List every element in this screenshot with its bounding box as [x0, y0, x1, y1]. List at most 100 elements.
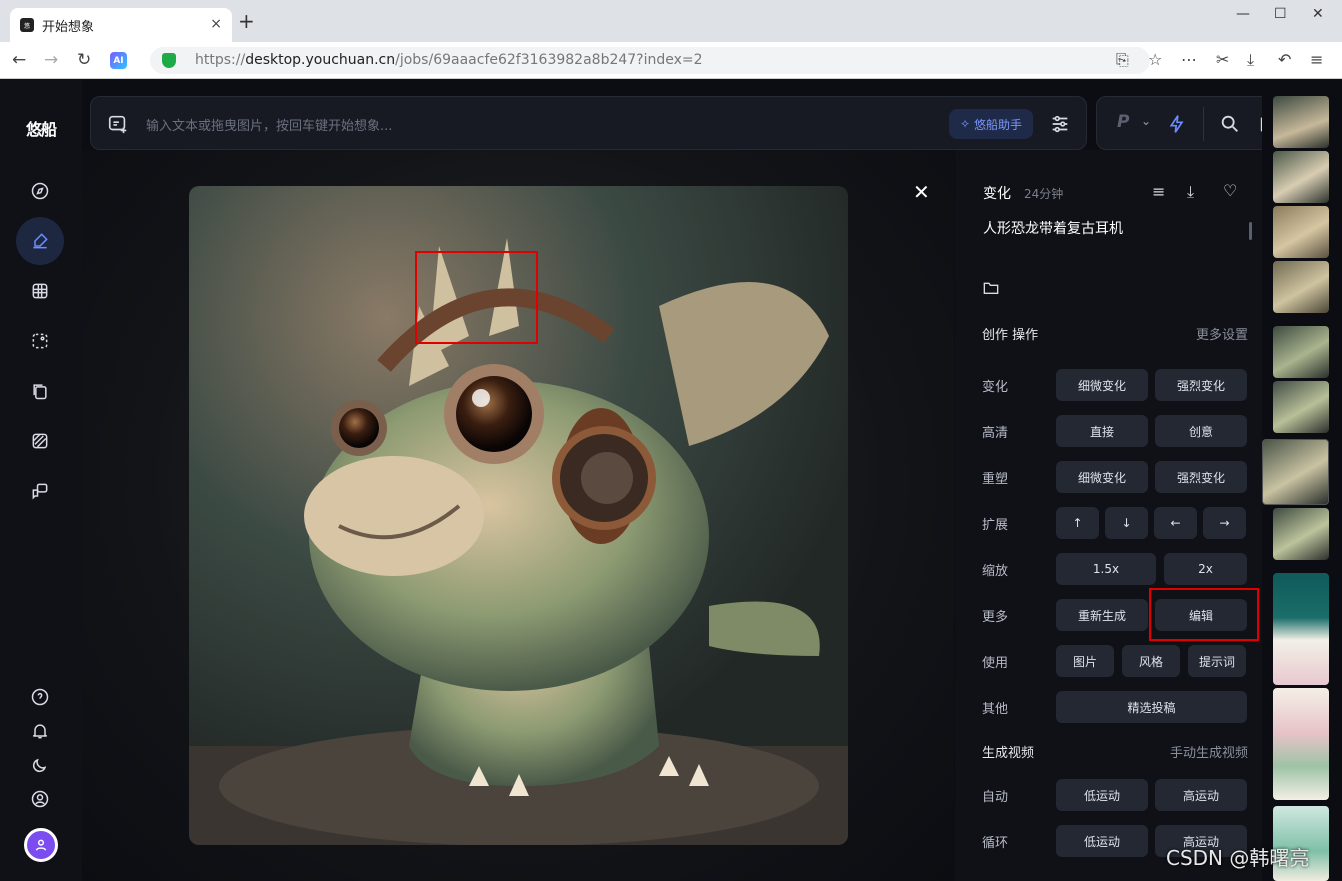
pattern-icon[interactable] — [28, 429, 52, 453]
heart-icon[interactable]: ♡ — [1223, 181, 1237, 200]
op-button-0-0[interactable]: 细微变化 — [1056, 369, 1148, 401]
thumbnail[interactable] — [1273, 96, 1329, 148]
browser-tab[interactable]: 悠 开始想象 × — [10, 8, 232, 42]
op-button-3-1[interactable]: ↓ — [1105, 507, 1148, 539]
video-heading: 生成视频 — [982, 746, 1035, 761]
thumbnail[interactable] — [1273, 261, 1329, 313]
download-icon[interactable]: ⤓ — [1247, 51, 1254, 69]
search-icon[interactable] — [1219, 113, 1241, 135]
video-button-0-0[interactable]: 低运动 — [1056, 779, 1148, 811]
op-button-7-0[interactable]: 精选投稿 — [1056, 691, 1247, 723]
ai-extension-icon[interactable]: AI — [110, 52, 127, 69]
thumbnail[interactable] — [1273, 688, 1329, 800]
assistant-button[interactable]: ✧ 悠船助手 — [949, 109, 1033, 139]
op-button-1-0[interactable]: 直接 — [1056, 415, 1148, 447]
tab-close-icon[interactable]: × — [210, 16, 222, 32]
op-button-5-0[interactable]: 重新生成 — [1056, 599, 1148, 631]
op-button-0-1[interactable]: 强烈变化 — [1155, 369, 1247, 401]
moon-icon[interactable] — [28, 753, 52, 777]
row-label-6: 使用 — [982, 656, 1009, 671]
bookmark-star-icon[interactable]: ☆ — [1148, 51, 1162, 69]
minimize-button[interactable]: — — [1236, 6, 1250, 22]
thumbnail[interactable] — [1273, 326, 1329, 378]
video-row-label-1: 循环 — [982, 836, 1009, 851]
operations-panel: 变化 24分钟 ≡ ⤓ ♡ 人形恐龙带着复古耳机 创作 操作 更多设置 变化 细微… — [955, 150, 1262, 881]
op-button-6-1[interactable]: 风格 — [1122, 645, 1180, 677]
video-manual-link[interactable]: 手动生成视频 — [1170, 742, 1248, 761]
image-upload-icon[interactable] — [107, 113, 129, 135]
sidebar: 悠船 — [0, 80, 82, 881]
thumbnail[interactable] — [1273, 151, 1329, 203]
watermark: CSDN @韩曙亮 — [1166, 846, 1310, 870]
folder-small-icon[interactable] — [983, 281, 999, 295]
forward-icon[interactable]: → — [44, 50, 58, 70]
app-logo: 悠船 — [26, 120, 57, 139]
op-button-3-0[interactable]: ↑ — [1056, 507, 1099, 539]
version-selector[interactable]: P — [1117, 112, 1129, 132]
video-button-0-1[interactable]: 高运动 — [1155, 779, 1247, 811]
settings-sliders-icon[interactable] — [1049, 113, 1071, 135]
browser-toolbar: ← → ↻ AI https://desktop.youchuan.cn/job… — [0, 42, 1342, 79]
history-thumbnails — [1262, 96, 1342, 881]
thumbnail[interactable] — [1273, 573, 1329, 685]
annotation-box-edit — [1149, 588, 1259, 641]
row-label-7: 其他 — [982, 702, 1009, 717]
create-brush-icon[interactable] — [16, 217, 64, 265]
list-icon[interactable]: ≡ — [1152, 182, 1165, 201]
chat-icon[interactable] — [28, 479, 52, 503]
url-text[interactable]: https://desktop.youchuan.cn/jobs/69aaacf… — [195, 52, 703, 68]
thumbnail[interactable] — [1273, 206, 1329, 258]
more-menu-icon[interactable]: ⋯ — [1181, 51, 1197, 69]
op-button-6-2[interactable]: 提示词 — [1188, 645, 1246, 677]
explore-icon[interactable] — [28, 179, 52, 203]
op-button-2-0[interactable]: 细微变化 — [1056, 461, 1148, 493]
op-button-6-0[interactable]: 图片 — [1056, 645, 1114, 677]
row-label-2: 重塑 — [982, 472, 1009, 487]
chevron-down-icon[interactable]: ⌄ — [1141, 114, 1151, 128]
site-favicon-icon: 悠 — [20, 18, 34, 32]
assistant-label: 悠船助手 — [974, 117, 1023, 132]
grid-icon[interactable] — [28, 279, 52, 303]
op-button-4-0[interactable]: 1.5x — [1056, 553, 1156, 585]
thumbnail[interactable] — [1273, 381, 1329, 433]
op-button-2-1[interactable]: 强烈变化 — [1155, 461, 1247, 493]
video-button-1-0[interactable]: 低运动 — [1056, 825, 1148, 857]
more-settings-link[interactable]: 更多设置 — [1196, 324, 1248, 343]
help-icon[interactable] — [28, 685, 52, 709]
cut-icon[interactable]: ✂ — [1216, 51, 1229, 69]
thumbnail-selected[interactable] — [1262, 439, 1329, 505]
avatar[interactable] — [24, 828, 58, 862]
create-ops-title: 创作 操作 — [982, 328, 1039, 343]
panel-heading: 变化 — [983, 186, 1011, 202]
lightning-icon[interactable] — [1167, 113, 1187, 135]
thumbnail[interactable] — [1273, 508, 1329, 560]
close-viewer-icon[interactable]: ✕ — [913, 180, 930, 204]
prompt-input[interactable]: 输入文本或拖曳图片，按回车键开始想象... — [146, 115, 392, 134]
app-root: 悠船 输入文本或拖曳图片，按回车键开始想象... ✧ 悠船助手 P ⌄ ✕ 变化… — [0, 80, 1342, 881]
new-tab-button[interactable]: + — [238, 11, 255, 31]
menu-icon[interactable]: ≡ — [1310, 51, 1323, 69]
secure-shield-icon — [162, 53, 176, 68]
url-bar[interactable]: https://desktop.youchuan.cn/jobs/69aaacf… — [150, 47, 1150, 74]
maximize-button[interactable]: ☐ — [1274, 6, 1287, 22]
op-button-3-3[interactable]: → — [1203, 507, 1246, 539]
download-image-icon[interactable]: ⤓ — [1187, 182, 1194, 202]
select-icon[interactable] — [28, 329, 52, 353]
job-time: 24分钟 — [1024, 187, 1064, 201]
row-label-3: 扩展 — [982, 518, 1009, 533]
user-icon[interactable] — [28, 787, 52, 811]
bell-icon[interactable] — [28, 719, 52, 743]
window-close-button[interactable]: ✕ — [1312, 6, 1324, 22]
back-icon[interactable]: ← — [12, 50, 26, 70]
scrollbar[interactable] — [1249, 222, 1252, 240]
prompt-text[interactable]: 人形恐龙带着复古耳机 — [983, 218, 1123, 238]
prompt-bar: 输入文本或拖曳图片，按回车键开始想象... ✧ 悠船助手 — [90, 96, 1087, 150]
row-label-5: 更多 — [982, 610, 1009, 625]
translate-icon[interactable]: ⎘ — [1116, 51, 1129, 69]
op-button-1-1[interactable]: 创意 — [1155, 415, 1247, 447]
op-button-4-1[interactable]: 2x — [1164, 553, 1247, 585]
op-button-3-2[interactable]: ← — [1154, 507, 1197, 539]
undo-icon[interactable]: ↶ — [1278, 51, 1291, 69]
reload-icon[interactable]: ↻ — [77, 50, 91, 70]
copy-icon[interactable] — [28, 379, 52, 403]
